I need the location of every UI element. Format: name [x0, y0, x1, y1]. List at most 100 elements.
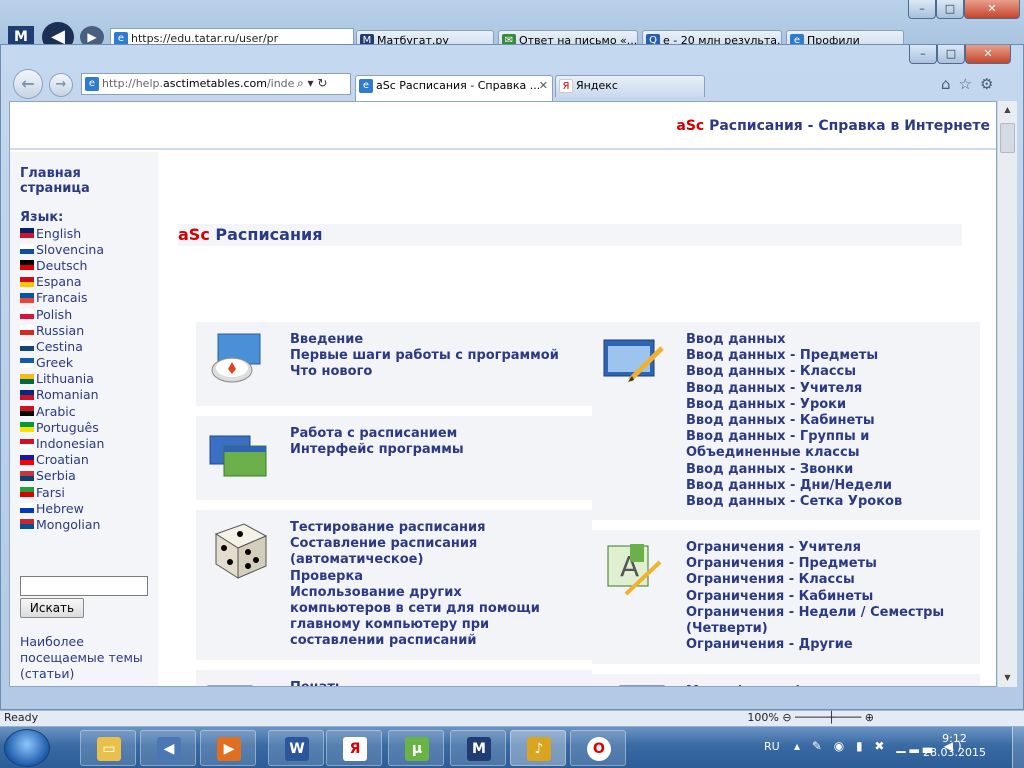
language-link[interactable]: Português	[20, 419, 104, 435]
topic-link[interactable]: Ввод данных - Учителя	[686, 381, 902, 397]
topic-link[interactable]: Составление расписания	[290, 536, 540, 552]
language-link[interactable]: Farsi	[20, 484, 104, 500]
topic-link[interactable]: Ввод данных	[686, 332, 902, 348]
back-button[interactable]: ←	[13, 69, 43, 99]
topic-link[interactable]: Ввод данных - Дни/Недели	[686, 478, 902, 494]
language-link[interactable]: Serbia	[20, 468, 104, 484]
topic-link[interactable]: Первые шаги работы с программой	[290, 348, 559, 364]
taskbar-word[interactable]: W	[268, 730, 324, 766]
topic-link[interactable]: Использование других	[290, 585, 540, 601]
language-link[interactable]: Greek	[20, 355, 104, 371]
search-button[interactable]: Искать	[20, 598, 84, 618]
back-minimize-button[interactable]: –	[908, 0, 936, 19]
topic-link[interactable]: Ограничения - Классы	[686, 572, 944, 588]
topic-links: Работа с расписанием Интерфейс программы	[290, 426, 464, 458]
topic-link[interactable]: Ограничения - Кабинеты	[686, 589, 944, 605]
clock[interactable]: 9:12 28.03.2015	[923, 732, 986, 760]
taskbar-asc[interactable]: ♪	[510, 730, 566, 766]
topic-link[interactable]: Тестирование расписания	[290, 520, 540, 536]
maximize-button[interactable]: □	[937, 45, 965, 64]
scroll-up-arrow[interactable]: ▲	[1000, 103, 1015, 117]
topic-link[interactable]: Ограничения - Учителя	[686, 540, 944, 556]
language-link[interactable]: Russian	[20, 322, 104, 338]
language-link[interactable]: Slovencina	[20, 241, 104, 257]
topic-link[interactable]: (автоматическое)	[290, 552, 540, 568]
forward-button[interactable]: →	[49, 73, 73, 97]
popular-topics-link[interactable]: Наиболее посещаемые темы (статьи)	[20, 634, 143, 682]
gear-icon[interactable]: ⚙	[980, 75, 1001, 93]
taskbar-yandex[interactable]: Я	[326, 730, 382, 766]
minimize-button[interactable]: –	[909, 45, 937, 64]
address-search-icon[interactable]: ⌕ ▾ ↻	[297, 76, 328, 91]
language-link[interactable]: Arabic	[20, 403, 104, 419]
language-link[interactable]: Espana	[20, 274, 104, 290]
topic-link[interactable]: Работа с расписанием	[290, 426, 464, 442]
topic-link[interactable]: Ввод данных - Сетка Уроков	[686, 494, 902, 510]
language-link[interactable]: Lithuania	[20, 371, 104, 387]
topic-link[interactable]: Ввод данных - Уроки	[686, 397, 902, 413]
system-tray: RU ▴ ✎ ◉ ▮ ✖ ▁▂▃ ◀) 9:12 28.03.2015	[744, 727, 1024, 768]
language-link[interactable]: Francais	[20, 290, 104, 306]
language-link[interactable]: Deutsch	[20, 257, 104, 273]
brand-asc: aSc	[178, 225, 210, 244]
language-link[interactable]: Cestina	[20, 338, 104, 354]
constraints-icon: A	[600, 540, 670, 600]
taskbar-mathbugat[interactable]: M	[450, 730, 506, 766]
show-desktop-button[interactable]	[1012, 727, 1024, 768]
home-link-line2: страница	[20, 181, 90, 196]
topic-link[interactable]: Ввод данных - Звонки	[686, 462, 902, 478]
topic-link[interactable]: главному компьютеру при	[290, 617, 540, 633]
topic-link[interactable]: Проверка	[290, 569, 540, 585]
topic-link[interactable]: составлении расписаний	[290, 633, 540, 649]
flag-icon	[20, 309, 34, 320]
favorites-star-icon[interactable]: ☆	[959, 75, 980, 93]
language-link[interactable]: English	[20, 225, 104, 241]
taskbar-utorrent[interactable]: µ	[388, 730, 444, 766]
topic-link[interactable]: Ограничения - Другие	[686, 637, 944, 653]
search-input[interactable]	[20, 576, 148, 596]
topic-link[interactable]: (Четверти)	[686, 621, 944, 637]
topic-link[interactable]: компьютеров в сети для помощи	[290, 601, 540, 617]
taskbar-opera[interactable]: O	[570, 730, 626, 766]
tab-yandex[interactable]: Я Яндекс	[555, 75, 705, 97]
topic-link[interactable]: Печать	[290, 680, 461, 686]
scroll-down-arrow[interactable]: ▼	[1000, 671, 1015, 685]
language-link[interactable]: Polish	[20, 306, 104, 322]
topic-link[interactable]: Ввод данных - Группы и	[686, 429, 902, 445]
scroll-thumb[interactable]	[1000, 123, 1015, 153]
taskbar-volume[interactable]: ◀	[140, 730, 196, 766]
zoom-level[interactable]: 100% ⊖ ─────┼──── ⊕	[747, 711, 874, 725]
close-button[interactable]: ✕	[965, 45, 1011, 64]
topic-link[interactable]: Объединенные классы	[686, 445, 902, 461]
language-link[interactable]: Croatian	[20, 452, 104, 468]
back-close-button[interactable]: ✕	[964, 0, 1020, 19]
language-link[interactable]: Mongolian	[20, 516, 104, 532]
tab-asc-help[interactable]: e aSc Расписания - Справка ... ✕	[355, 75, 553, 101]
language-link[interactable]: Indonesian	[20, 435, 104, 451]
topic-link[interactable]: Места (здания)	[686, 684, 887, 686]
topic-link[interactable]: Ввод данных - Предметы	[686, 348, 902, 364]
home-link[interactable]: Главная страница	[20, 166, 104, 196]
topic-link[interactable]: Что нового	[290, 364, 559, 380]
language-label: Russian	[36, 322, 85, 338]
vertical-scrollbar[interactable]: ▲ ▼	[997, 101, 1017, 687]
topic-link[interactable]: Ввод данных - Кабинеты	[686, 413, 902, 429]
taskbar-media[interactable]: ▶	[200, 730, 256, 766]
language-link[interactable]: Romanian	[20, 387, 104, 403]
section-text: Расписания	[215, 225, 323, 244]
topic-link[interactable]: Ограничения - Предметы	[686, 556, 944, 572]
start-button[interactable]	[4, 729, 50, 767]
topic-link[interactable]: Ввод данных - Классы	[686, 364, 902, 380]
mathbugat-icon: M	[467, 737, 491, 761]
home-icon[interactable]: ⌂	[941, 75, 959, 93]
tab-close-icon[interactable]: ✕	[539, 76, 548, 96]
topic-link[interactable]: Введение	[290, 332, 559, 348]
topic-link[interactable]: Интерфейс программы	[290, 442, 464, 458]
back-maximize-button[interactable]: □	[936, 0, 964, 19]
topic-link[interactable]: Ограничения - Недели / Семестры	[686, 605, 944, 621]
language-link[interactable]: Hebrew	[20, 500, 104, 516]
taskbar-explorer[interactable]: ▭	[80, 730, 136, 766]
popular-line: (статьи)	[20, 666, 75, 681]
language-indicator[interactable]: RU	[764, 740, 780, 753]
flag-icon	[20, 325, 34, 336]
